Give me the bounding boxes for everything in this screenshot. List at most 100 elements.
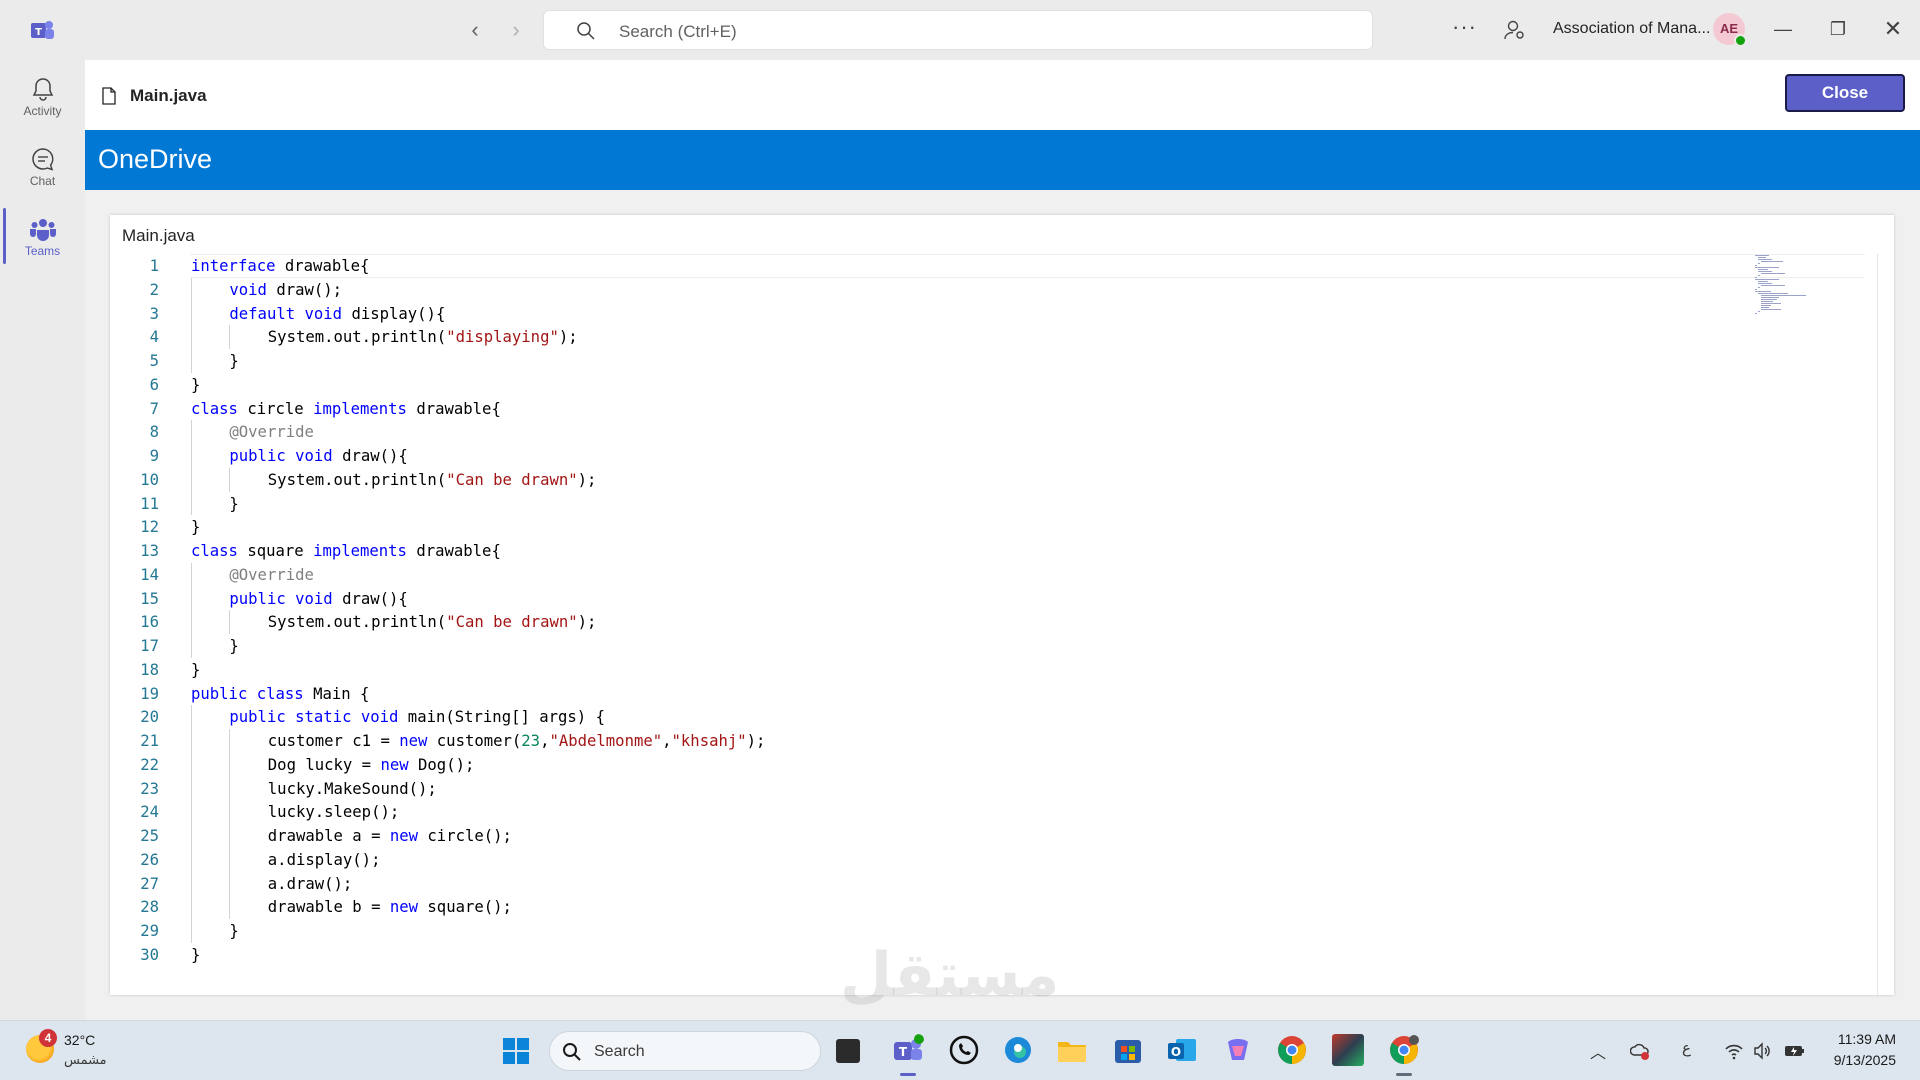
code-line: 14 @Override bbox=[110, 563, 1810, 587]
teams-logo-icon[interactable]: T bbox=[28, 16, 56, 44]
indent-guide bbox=[191, 729, 192, 753]
code-line: 12} bbox=[110, 515, 1810, 539]
rail-item-teams[interactable]: Teams bbox=[0, 208, 85, 272]
code-token: , bbox=[662, 732, 672, 750]
indent-guide bbox=[229, 871, 231, 896]
code-token: ); bbox=[577, 470, 597, 489]
code-token: public bbox=[229, 589, 286, 608]
indent-guide bbox=[229, 729, 231, 753]
code-line: 26 a.display(); bbox=[110, 848, 1810, 872]
code-minimap[interactable] bbox=[1755, 255, 1825, 325]
rail-label: Chat bbox=[29, 174, 56, 188]
rail-item-activity[interactable]: Activity bbox=[0, 68, 85, 132]
code-token: circle bbox=[237, 399, 314, 418]
code-token: drawable b = bbox=[267, 898, 390, 917]
minimize-icon[interactable]: — bbox=[1768, 14, 1798, 44]
onedrive-banner: OneDrive bbox=[85, 130, 1920, 190]
store-icon[interactable] bbox=[1112, 1034, 1144, 1066]
close-button[interactable]: Close bbox=[1785, 74, 1905, 112]
code-token: square(); bbox=[418, 898, 512, 917]
indent-guide bbox=[191, 586, 192, 611]
organization-name[interactable]: Association of Mana... bbox=[1553, 20, 1710, 38]
code-token: @Override bbox=[229, 565, 314, 584]
code-editor[interactable]: 1 interface drawable{2 void draw(); 3 defaul… bbox=[110, 254, 1877, 995]
onedrive-title: OneDrive bbox=[98, 144, 213, 174]
indent-guide bbox=[191, 277, 192, 302]
svg-text:T: T bbox=[899, 1045, 908, 1059]
code-token: } bbox=[191, 375, 201, 394]
line-number: 6 bbox=[149, 375, 159, 394]
code-text: System.out.println("Can be drawn"); bbox=[268, 610, 597, 634]
windows-start-icon[interactable] bbox=[502, 1037, 530, 1065]
line-number: 29 bbox=[140, 922, 159, 940]
line-number: 16 bbox=[140, 613, 159, 632]
code-token: 23 bbox=[521, 732, 541, 750]
indent-guide bbox=[191, 752, 192, 777]
code-viewer: Main.java 1 interface drawable{2 void draw… bbox=[110, 215, 1894, 995]
line-number: 21 bbox=[140, 732, 159, 750]
people-settings-icon[interactable] bbox=[1503, 18, 1527, 42]
game-icon[interactable] bbox=[1332, 1034, 1364, 1066]
indent-guide bbox=[229, 824, 231, 848]
search-icon bbox=[563, 1043, 581, 1061]
code-text: public void draw(){ bbox=[229, 587, 407, 611]
weather-badge: 4 bbox=[39, 1029, 57, 1047]
clock-date[interactable]: 9/13/2025 bbox=[1812, 1052, 1896, 1068]
whatsapp-icon[interactable] bbox=[948, 1034, 980, 1066]
chrome-profile-icon[interactable] bbox=[1388, 1034, 1420, 1066]
code-token: drawable{ bbox=[275, 257, 370, 275]
chrome-icon[interactable] bbox=[1276, 1034, 1308, 1066]
show-hidden-icons-icon[interactable]: ︿ bbox=[1590, 1039, 1606, 1063]
indent-guide bbox=[191, 634, 192, 658]
file-icon bbox=[102, 87, 116, 105]
weather-description[interactable]: مشمس bbox=[64, 1052, 107, 1068]
teams-icon[interactable]: T bbox=[892, 1034, 924, 1066]
taskbar-search[interactable]: Search bbox=[549, 1031, 821, 1071]
back-arrow-icon[interactable]: ‹ bbox=[463, 18, 487, 42]
line-number: 3 bbox=[149, 304, 159, 323]
code-text: } bbox=[229, 634, 238, 658]
code-text: a.draw(); bbox=[268, 872, 353, 896]
vertical-scrollbar[interactable] bbox=[1877, 254, 1878, 995]
code-token: class bbox=[191, 399, 238, 418]
code-token: "Can be drawn" bbox=[446, 470, 578, 489]
volume-icon[interactable] bbox=[1752, 1041, 1772, 1061]
line-number: 4 bbox=[149, 328, 159, 347]
line-number: 9 bbox=[149, 447, 159, 465]
outlook-icon[interactable]: O bbox=[1166, 1034, 1198, 1066]
clock-time[interactable]: 11:39 AM bbox=[1812, 1031, 1896, 1047]
code-token: class bbox=[256, 684, 304, 703]
line-number: 22 bbox=[140, 755, 159, 774]
edge-icon[interactable] bbox=[1002, 1034, 1034, 1066]
restore-icon[interactable]: ❐ bbox=[1823, 14, 1853, 44]
indent-guide bbox=[191, 847, 192, 872]
code-token: implements bbox=[313, 542, 407, 560]
code-token: customer c1 = bbox=[267, 732, 400, 750]
code-line: 18} bbox=[110, 658, 1810, 682]
line-number: 17 bbox=[140, 637, 159, 655]
folder-icon[interactable] bbox=[1056, 1034, 1088, 1066]
battery-charging-icon[interactable] bbox=[1784, 1041, 1806, 1061]
code-token: class bbox=[191, 542, 238, 560]
running-app-indicator bbox=[1396, 1073, 1412, 1076]
title-bar: T ‹ › Search (Ctrl+E) ··· Association of… bbox=[0, 0, 1920, 60]
more-options-icon[interactable]: ··· bbox=[1452, 14, 1477, 40]
line-number: 15 bbox=[140, 589, 159, 608]
forward-arrow-icon[interactable]: › bbox=[504, 18, 528, 42]
close-window-icon[interactable]: ✕ bbox=[1878, 14, 1908, 44]
input-language-indicator[interactable]: ع bbox=[1682, 1039, 1691, 1057]
wifi-icon[interactable] bbox=[1724, 1041, 1744, 1061]
copilot-icon[interactable] bbox=[1222, 1034, 1254, 1066]
code-token: void bbox=[229, 280, 267, 299]
indent-guide bbox=[191, 610, 192, 634]
search-input[interactable]: Search (Ctrl+E) bbox=[543, 10, 1373, 50]
rail-item-chat[interactable]: Chat bbox=[0, 138, 85, 202]
file-explorer-icon[interactable] bbox=[836, 1039, 860, 1063]
onedrive-sync-error-icon[interactable] bbox=[1630, 1041, 1650, 1061]
code-line: 19 public class Main { bbox=[110, 682, 1810, 706]
app-bar: Activity Chat Teams bbox=[0, 60, 85, 1020]
weather-temperature[interactable]: 32°C bbox=[64, 1032, 95, 1048]
